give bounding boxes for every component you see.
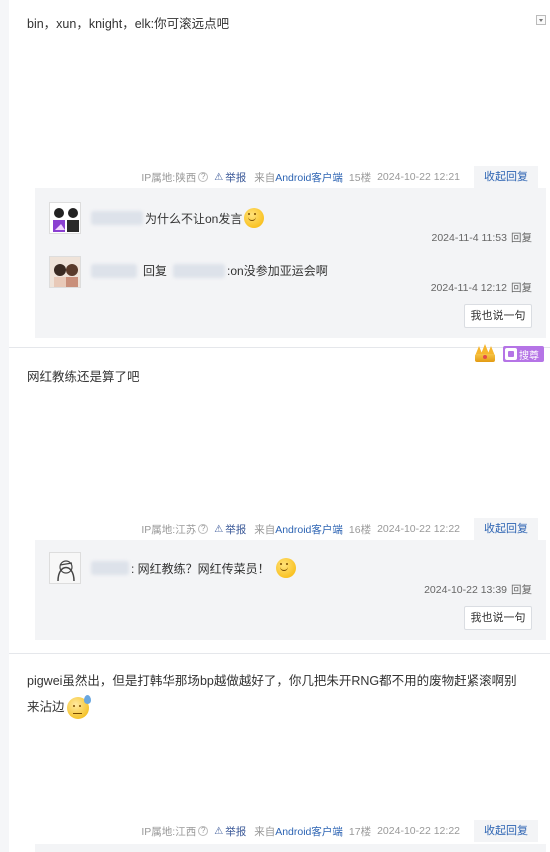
- sub-reply: 回复 :on没参加亚运会啊 2024-11-4 12:12 回复: [49, 256, 532, 296]
- smile-emoji-icon: [244, 208, 265, 228]
- client-link[interactable]: Android客户端: [275, 524, 343, 536]
- sub-reply-time: 2024-10-22 13:39 回复: [424, 584, 532, 596]
- floor-number: 17楼: [348, 825, 372, 838]
- post-floor-17: pigwei虽然出，但是打韩华那场bp越做越好了，你几把朱开RNG都不用的废物赶…: [9, 654, 550, 852]
- post-date: 2024-10-22 12:22: [377, 523, 460, 535]
- username-redacted[interactable]: [173, 263, 226, 278]
- client-link[interactable]: Android客户端: [275, 826, 343, 838]
- warning-triangle-icon: ⚠: [214, 825, 224, 837]
- sweat-emoji-icon: [66, 694, 91, 719]
- floor-number: 15楼: [348, 171, 372, 184]
- sub-reply: : 网红教练？网红传菜员！ 2024-10-22 13:39 回复: [49, 552, 532, 596]
- post-floor-16: 网红教练还是算了吧 IP属地:江苏 ? ⚠ 举报 来自Android客户端 16楼…: [9, 348, 550, 653]
- reply-button[interactable]: 回复: [511, 232, 532, 244]
- add-reply-button[interactable]: 我也说一句: [464, 304, 532, 328]
- reply-button[interactable]: 回复: [511, 584, 532, 596]
- collapse-replies-button[interactable]: 收起回复: [474, 518, 538, 540]
- sub-reply-box: 为什么不让on发言 2024-11-4 11:53 回复 回复 :on没参加亚运会…: [35, 188, 546, 338]
- sub-reply-time: 2024-11-4 11:53 回复: [431, 232, 532, 244]
- username-redacted[interactable]: [91, 561, 129, 575]
- warning-triangle-icon: ⚠: [214, 171, 224, 183]
- post-meta: IP属地:陕西 ? ⚠ 举报 来自Android客户端 15楼 2024-10-2…: [141, 166, 538, 188]
- post-content: pigwei虽然出，但是打韩华那场bp越做越好了，你几把朱开RNG都不用的废物赶…: [27, 668, 527, 720]
- sub-reply-box: [35, 844, 546, 852]
- post-date: 2024-10-22 12:22: [377, 825, 460, 837]
- report-link[interactable]: ⚠ 举报: [214, 522, 246, 537]
- client-link[interactable]: Android客户端: [275, 172, 343, 184]
- username-redacted[interactable]: [91, 211, 143, 225]
- post-floor-15: bin，xun，knight，elk:你可滚远点吧 IP属地:陕西 ? ⚠ 举报 …: [9, 0, 550, 345]
- post-date: 2024-10-22 12:21: [377, 171, 460, 183]
- report-link[interactable]: ⚠ 举报: [214, 824, 246, 839]
- sub-reply-text: : 网红教练？网红传菜员！: [89, 558, 296, 578]
- sub-reply-text: 回复 :on没参加亚运会啊: [89, 262, 328, 279]
- client-source: 来自Android客户端: [254, 523, 343, 536]
- left-gutter: [0, 0, 9, 852]
- sub-reply-text: 为什么不让on发言: [89, 208, 265, 228]
- post-meta: IP属地:江苏 ? ⚠ 举报 来自Android客户端 16楼 2024-10-2…: [141, 518, 538, 540]
- post-meta: IP属地:江西 ? ⚠ 举报 来自Android客户端 17楼 2024-10-2…: [141, 820, 538, 842]
- sub-reply-time: 2024-11-4 12:12 回复: [430, 282, 532, 294]
- client-source: 来自Android客户端: [254, 825, 343, 838]
- ip-location: IP属地:江西: [141, 825, 197, 838]
- warning-triangle-icon: ⚠: [214, 523, 224, 535]
- sub-reply: 为什么不让on发言 2024-11-4 11:53 回复: [49, 202, 532, 244]
- sub-reply-box: : 网红教练？网红传菜员！ 2024-10-22 13:39 回复 我也说一句: [35, 540, 546, 640]
- avatar[interactable]: [49, 552, 81, 584]
- floor-number: 16楼: [348, 523, 372, 536]
- client-source: 来自Android客户端: [254, 171, 343, 184]
- smile-emoji-icon: [275, 558, 296, 578]
- avatar[interactable]: [49, 256, 81, 288]
- question-circle-icon[interactable]: ?: [198, 826, 209, 836]
- collapse-replies-button[interactable]: 收起回复: [474, 820, 538, 842]
- add-reply-button[interactable]: 我也说一句: [464, 606, 532, 630]
- reply-button[interactable]: 回复: [511, 282, 532, 294]
- avatar[interactable]: [49, 202, 81, 234]
- ip-location: IP属地:江苏: [141, 523, 197, 536]
- question-circle-icon[interactable]: ?: [198, 524, 209, 534]
- post-content: 网红教练还是算了吧: [27, 370, 140, 384]
- question-circle-icon[interactable]: ?: [198, 172, 209, 182]
- post-content: bin，xun，knight，elk:你可滚远点吧: [27, 17, 230, 31]
- username-redacted[interactable]: [91, 263, 137, 278]
- report-link[interactable]: ⚠ 举报: [214, 170, 246, 185]
- collapse-replies-button[interactable]: 收起回复: [474, 166, 538, 188]
- ip-location: IP属地:陕西: [141, 171, 197, 184]
